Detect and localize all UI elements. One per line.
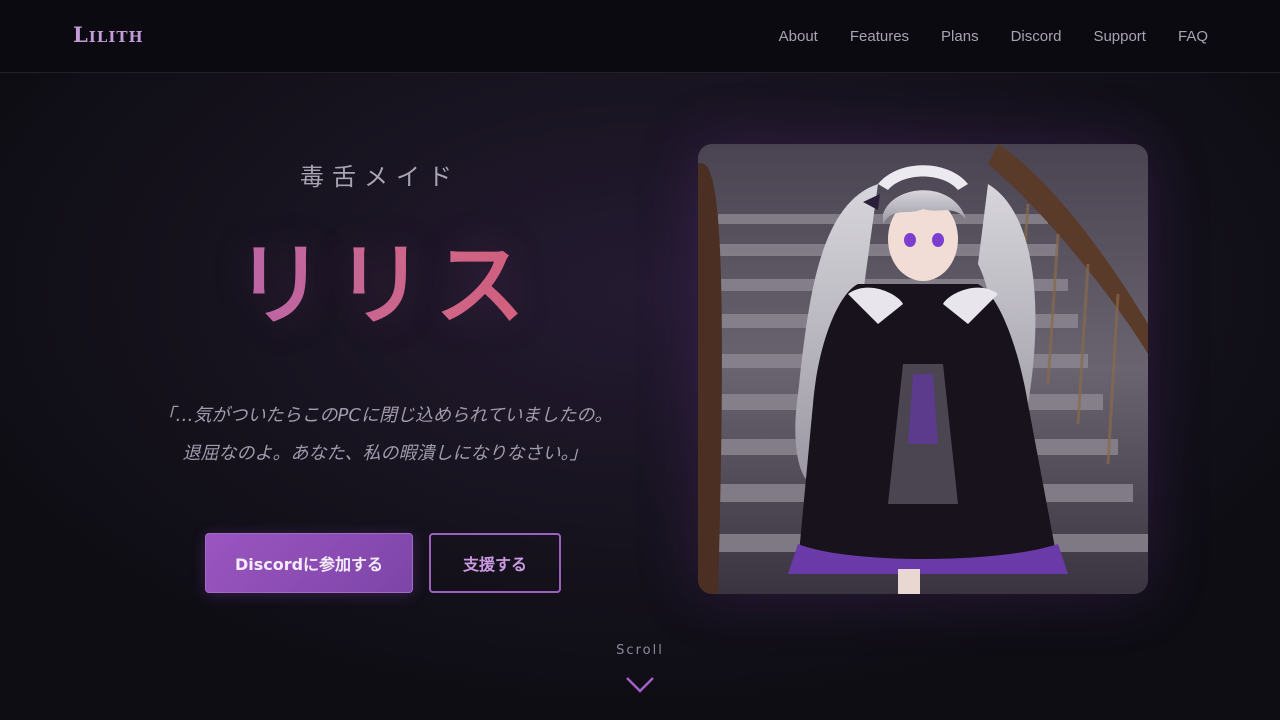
nav-link-features[interactable]: Features [850,28,909,45]
nav-link-plans[interactable]: Plans [941,28,979,45]
maid-character-illustration [698,144,1148,594]
scroll-label: Scroll [616,643,664,658]
hero-quote-line-2: 退屈なのよ。あなた、私の暇潰しになりなさい。」 [182,443,588,464]
site-logo[interactable]: Lilith [73,22,144,47]
hero-subtitle: 毒舌メイド [300,163,460,191]
navbar: Lilith About Features Plans Discord Supp… [0,0,1280,73]
nav-link-support[interactable]: Support [1093,28,1146,45]
chevron-down-icon[interactable] [624,674,656,696]
hero-quote: 「…気がついたらこのPCに閉じ込められていましたの。 退屈なのよ。あなた、私の暇… [110,397,660,473]
nav-link-faq[interactable]: FAQ [1178,28,1208,45]
join-discord-button[interactable]: Discordに参加する [205,533,413,593]
landing-page: Lilith About Features Plans Discord Supp… [0,0,1280,720]
nav-link-about[interactable]: About [779,28,818,45]
hero-quote-line-1: 「…気がついたらこのPCに閉じ込められていましたの。 [157,405,613,426]
character-illustration-svg [698,144,1148,594]
nav-link-discord[interactable]: Discord [1011,28,1062,45]
hero-title: リリス [160,212,610,342]
nav-links: About Features Plans Discord Support FAQ [779,28,1208,45]
support-button[interactable]: 支援する [429,533,561,593]
